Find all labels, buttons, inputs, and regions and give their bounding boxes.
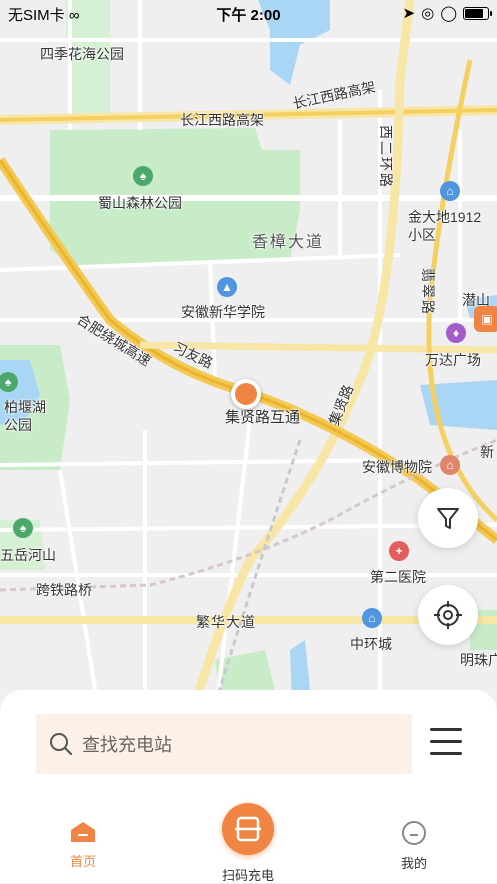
map-label-wuyuehe: 五岳河山 bbox=[0, 547, 56, 563]
map-label-feicui: 翡翠路 bbox=[420, 268, 436, 316]
home-icon bbox=[71, 822, 95, 842]
alarm-icon: ◯ bbox=[440, 5, 457, 22]
search-placeholder: 查找充电站 bbox=[82, 735, 172, 755]
map-label-baiyanhu: 柏堰湖 公园 bbox=[4, 399, 46, 433]
tab-mine-label: 我的 bbox=[400, 856, 427, 871]
bottom-sheet: 查找充电站 首页 扫码充电 我的 bbox=[0, 690, 497, 883]
map-label-park-sijihuahai: 四季花海公园 bbox=[40, 46, 124, 62]
mall-poi-icon[interactable]: ♦ bbox=[446, 323, 466, 343]
scan-charge-button[interactable] bbox=[222, 803, 274, 855]
locate-button[interactable] bbox=[418, 585, 478, 645]
tab-scan-label[interactable]: 扫码充电 bbox=[208, 865, 288, 884]
location-marker[interactable] bbox=[231, 379, 261, 409]
map-label-mingzhu: 明珠广 bbox=[460, 652, 497, 668]
crosshair-icon bbox=[434, 601, 462, 629]
map-label-kuatie: 跨铁路桥 bbox=[36, 582, 92, 598]
search-bar[interactable]: 查找充电站 bbox=[36, 714, 412, 774]
community-poi-icon[interactable]: ⌂ bbox=[440, 181, 460, 201]
map-label-museum: 安徽博物院 bbox=[362, 459, 432, 475]
map-label-zhonghuancheng: 中环城 bbox=[350, 636, 392, 652]
map-label-jindadi: 金大地1912 小区 bbox=[408, 209, 482, 243]
map-label-school-xinhua: 安徽新华学院 bbox=[181, 304, 265, 320]
museum-poi-icon[interactable]: ⌂ bbox=[440, 455, 460, 475]
park-poi-icon[interactable]: ♠ bbox=[133, 166, 153, 186]
list-menu-button[interactable] bbox=[430, 728, 462, 760]
menu-line-icon bbox=[430, 752, 462, 755]
location-arrow-icon: ➤ bbox=[402, 5, 416, 22]
profile-icon bbox=[402, 821, 426, 845]
rotation-lock-icon: ◎ bbox=[421, 5, 435, 22]
tab-home[interactable]: 首页 bbox=[43, 820, 123, 870]
location-marker-dot bbox=[235, 383, 257, 405]
menu-line-icon bbox=[430, 728, 462, 731]
shopping-poi-icon[interactable]: ▣ bbox=[474, 306, 497, 332]
filter-icon bbox=[437, 508, 459, 529]
search-icon bbox=[50, 733, 73, 756]
status-bar: 无SIM卡 ∞ 下午 2:00 ➤ ◎ ◯ bbox=[0, 0, 497, 28]
park-wuyuehe-icon[interactable]: ♠ bbox=[13, 518, 33, 538]
map-label-xin: 新 bbox=[480, 444, 494, 460]
battery-icon bbox=[463, 6, 492, 20]
filter-button[interactable] bbox=[418, 488, 478, 548]
map-label-park-shushan: 蜀山森林公园 bbox=[98, 195, 182, 211]
menu-line-icon bbox=[430, 740, 462, 743]
status-right: ➤ ◎ ◯ bbox=[402, 4, 492, 22]
map-view[interactable]: 四季花海公园 长江西路高架 长江西路高架 ♠ 蜀山森林公园 香樟大道 ▲ 安徽新… bbox=[0, 0, 497, 722]
hospital-poi-icon[interactable]: + bbox=[389, 541, 409, 561]
map-label-xiangzhang: 香樟大道 bbox=[252, 234, 325, 251]
map-label-fanhua: 繁华大道 bbox=[196, 614, 256, 630]
map-label-hospital2: 第二医院 bbox=[370, 569, 426, 585]
zhonghuancheng-poi-icon[interactable]: ⌂ bbox=[362, 608, 382, 628]
scan-icon bbox=[235, 816, 261, 842]
tab-home-label: 首页 bbox=[69, 854, 96, 869]
map-label-wanda: 万达广场 bbox=[425, 352, 481, 368]
school-poi-icon[interactable]: ▲ bbox=[217, 277, 237, 297]
map-label-interchange-jixian: 集贤路互通 bbox=[225, 409, 301, 426]
tab-mine[interactable]: 我的 bbox=[374, 820, 454, 872]
map-label-changjiangxilu: 长江西路高架 bbox=[180, 112, 264, 128]
map-label-xierhuan: 西二环路 bbox=[378, 125, 394, 189]
